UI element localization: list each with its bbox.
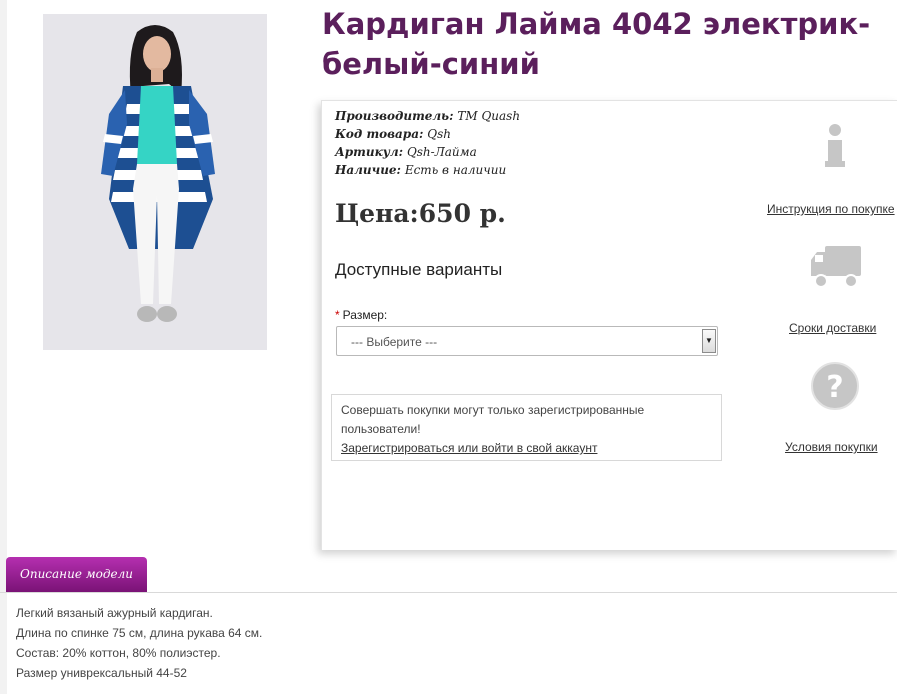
register-login-link[interactable]: Зарегистрироваться или войти в свой акка… (341, 441, 597, 455)
chevron-down-icon[interactable]: ▼ (702, 329, 716, 353)
size-label: * Размер: (335, 308, 388, 322)
login-notice: Совершать покупки могут только зарегистр… (331, 394, 722, 461)
info-icon[interactable] (822, 123, 848, 169)
description-line: Состав: 20% коттон, 80% полиэстер. (16, 646, 221, 660)
description-line: Длина по спинке 75 см, длина рукава 64 с… (16, 626, 263, 640)
options-heading: Доступные варианты (335, 260, 503, 279)
model-illustration (43, 14, 267, 350)
truck-icon[interactable] (809, 244, 863, 290)
product-meta-list: Производитель: ТМ Quash Код товара: Qsh … (335, 107, 520, 179)
product-description: Легкий вязаный ажурный кардиган. Длина п… (16, 603, 262, 683)
side-link-delivery[interactable]: Сроки доставки (789, 321, 876, 335)
meta-product-code: Код товара: Qsh (335, 127, 451, 141)
svg-text:?: ? (826, 370, 843, 405)
meta-article: Артикул: Qsh-Лайма (335, 145, 477, 159)
required-mark: * (335, 308, 340, 322)
meta-availability: Наличие: Есть в наличии (335, 163, 507, 177)
side-link-instructions[interactable]: Инструкция по покупке (767, 202, 895, 216)
description-line: Размер униврексальный 44-52 (16, 666, 187, 680)
login-notice-text: Совершать покупки могут только зарегистр… (341, 403, 645, 436)
tab-model-description[interactable]: Описание модели (6, 557, 147, 592)
size-select-value: --- Выберите --- (351, 335, 438, 349)
product-photo[interactable] (43, 14, 267, 350)
tab-divider (0, 592, 897, 593)
question-icon[interactable]: ? (810, 361, 860, 411)
size-select[interactable]: --- Выберите --- ▼ (336, 326, 718, 356)
product-info-panel: Производитель: ТМ Quash Код товара: Qsh … (321, 100, 897, 550)
product-price: Цена:650 р. (335, 199, 506, 228)
meta-manufacturer: Производитель: ТМ Quash (335, 109, 521, 123)
side-link-terms[interactable]: Условия покупки (785, 440, 878, 454)
product-title: Кардиган Лайма 4042 электрик-белый-синий (322, 7, 871, 81)
description-line: Легкий вязаный ажурный кардиган. (16, 606, 213, 620)
